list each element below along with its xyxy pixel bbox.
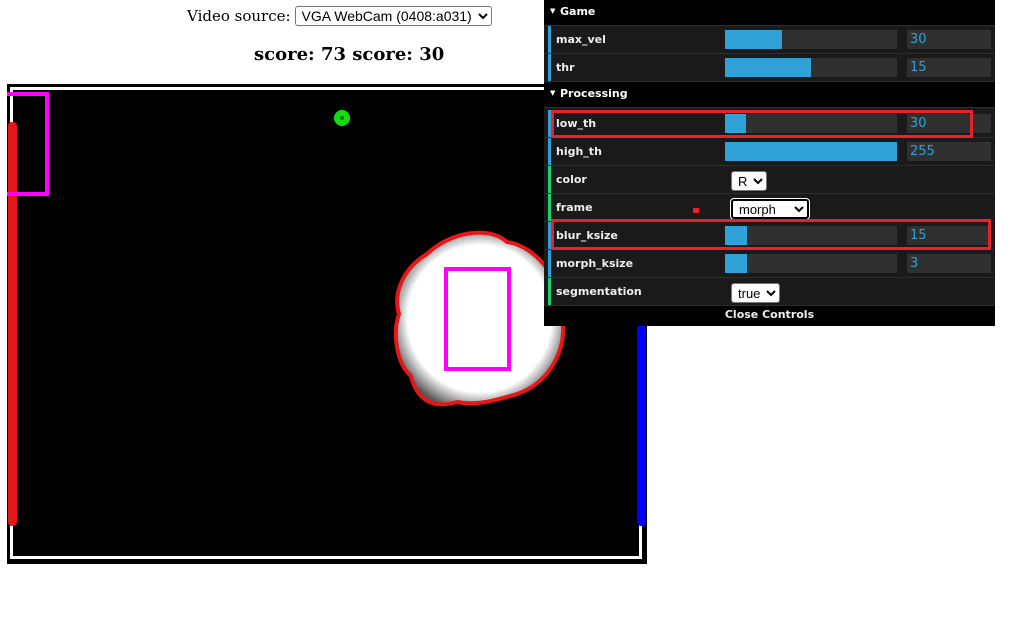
option-indicator-bar (548, 194, 551, 221)
number-indicator-bar (548, 250, 551, 277)
detection-box-left (7, 92, 49, 196)
option-indicator-bar (548, 278, 551, 305)
folder-processing-label: Processing (560, 87, 628, 100)
control-label: segmentation (556, 285, 642, 298)
frame-select[interactable]: morph (730, 198, 810, 220)
folder-game-title[interactable]: ▼ Game (544, 0, 995, 26)
collapse-triangle-icon: ▼ (550, 89, 556, 97)
number-indicator-bar (548, 54, 551, 81)
high-th-slider[interactable] (725, 142, 897, 161)
thr-slider[interactable] (725, 58, 897, 77)
color-select[interactable]: R (731, 171, 767, 191)
folder-processing-title[interactable]: ▼ Processing (544, 82, 995, 108)
highlight-low-th (551, 110, 973, 138)
ball (334, 110, 350, 126)
control-row-max-vel: max_vel 30 (544, 26, 995, 54)
segmentation-select[interactable]: true (731, 283, 780, 303)
control-row-thr: thr 15 (544, 54, 995, 82)
morph-ksize-slider[interactable] (725, 254, 897, 273)
collapse-triangle-icon: ▼ (550, 7, 556, 15)
score-display: score: 73 score: 30 (254, 44, 445, 65)
control-label: frame (556, 201, 593, 214)
slider-fill (725, 254, 748, 273)
detection-box-blob (444, 267, 511, 371)
control-row-morph-ksize: morph_ksize 3 (544, 250, 995, 278)
control-label: morph_ksize (556, 257, 634, 270)
slider-fill (725, 58, 811, 77)
controls-panel: ▼ Game max_vel 30 thr 15 ▼ Processing lo… (544, 0, 995, 326)
video-source-label: Video source: (187, 7, 291, 25)
slider-fill (725, 30, 782, 49)
max-vel-input[interactable]: 30 (907, 30, 991, 49)
control-row-color: color R (544, 166, 995, 194)
video-source-select[interactable]: VGA WebCam (0408:a031) (294, 6, 492, 26)
control-label: thr (556, 61, 575, 74)
option-indicator-bar (548, 166, 551, 193)
number-indicator-bar (548, 26, 551, 53)
control-row-frame: frame morph (544, 194, 995, 222)
right-paddle (637, 324, 646, 526)
control-row-high-th: high_th 255 (544, 138, 995, 166)
control-label: max_vel (556, 33, 606, 46)
max-vel-slider[interactable] (725, 30, 897, 49)
folder-game-label: Game (560, 5, 596, 18)
number-indicator-bar (548, 138, 551, 165)
slider-fill (725, 142, 897, 161)
control-label: high_th (556, 145, 602, 158)
thr-input[interactable]: 15 (907, 58, 991, 77)
highlight-blur-ksize (551, 219, 991, 250)
control-label: color (556, 173, 587, 186)
control-row-segmentation: segmentation true (544, 278, 995, 306)
cursor-marker (693, 208, 699, 213)
morph-ksize-input[interactable]: 3 (907, 254, 991, 273)
high-th-input[interactable]: 255 (907, 142, 991, 161)
close-controls-button[interactable]: Close Controls (544, 306, 995, 326)
video-source-row: Video source: VGA WebCam (0408:a031) (187, 4, 492, 28)
